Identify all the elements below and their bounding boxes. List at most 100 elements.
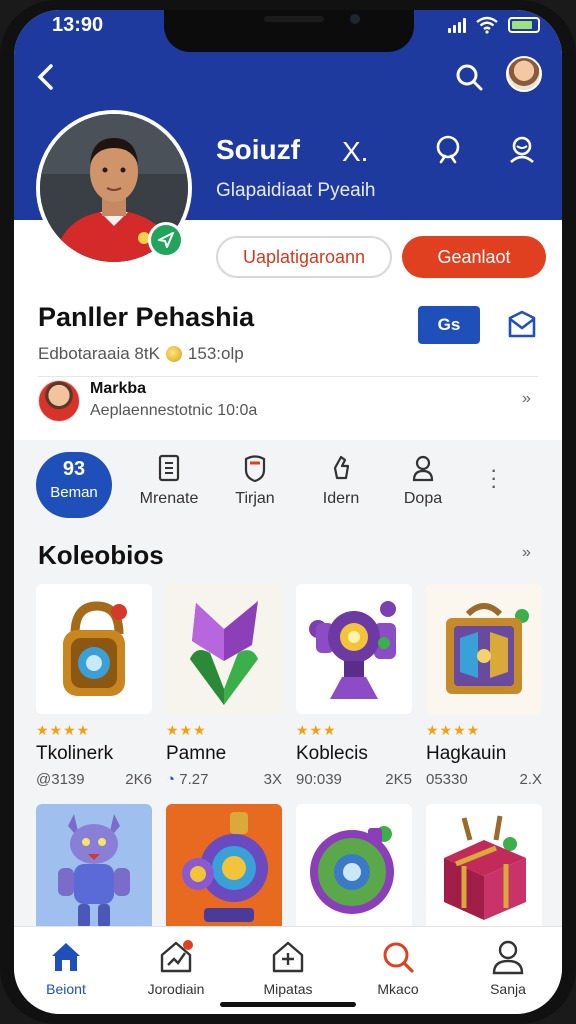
treasure-box-icon <box>446 603 529 694</box>
tab-label: Tirjan <box>235 490 275 507</box>
coin-icon <box>165 346 182 362</box>
home-icon <box>52 943 80 971</box>
nav-item-mipatas[interactable]: Mipatas <box>238 937 338 997</box>
card-meta: ◔ 7.27 3X <box>166 771 282 788</box>
chest-item-icon <box>444 815 526 920</box>
mail-icon[interactable] <box>504 308 540 342</box>
card-image <box>166 584 282 714</box>
person-icon <box>412 455 434 482</box>
tab-icon-text: 93 <box>62 457 86 480</box>
friend-name[interactable]: Markba <box>90 380 146 398</box>
tab-label: Beman <box>50 484 98 501</box>
home-plus-icon <box>272 941 304 973</box>
nav-label: Mkaco <box>377 981 419 997</box>
card-multiplier: 3X <box>263 771 282 788</box>
hand-icon <box>333 455 350 480</box>
user-avatar[interactable] <box>506 56 542 92</box>
card-multiplier: 2K6 <box>125 771 152 788</box>
stats-prefix: Edbotaraaia 8tK <box>38 344 160 363</box>
card-title: Pamne <box>166 743 227 764</box>
wifi-icon <box>476 16 498 34</box>
tab-dopa[interactable]: Dopa <box>378 450 468 520</box>
nav-label: Jorodiain <box>147 981 205 997</box>
home-indicator <box>220 1002 356 1007</box>
verified-badge <box>148 222 184 258</box>
card-image <box>426 584 542 714</box>
tab-beman[interactable]: 93 Beman <box>36 452 112 518</box>
document-icon <box>158 454 180 482</box>
bottom-navigation: Beiont Jorodiain Mipatas Mkaco Sanja <box>14 926 562 1014</box>
search-people-icon[interactable] <box>432 134 464 166</box>
collection-card[interactable]: ★★★ Pamne ◔ 7.27 3X <box>166 584 282 790</box>
primary-action-button[interactable]: Geanlaot <box>402 236 546 278</box>
back-button[interactable] <box>34 62 56 98</box>
search-icon[interactable] <box>454 62 484 92</box>
nav-item-mkaco[interactable]: Mkaco <box>348 937 448 997</box>
battery-icon <box>508 17 540 33</box>
signal-icon <box>448 17 466 33</box>
card-title: Hagkauin <box>426 743 507 764</box>
game-chip-button[interactable]: Gs <box>418 306 480 344</box>
lock-item-icon <box>63 601 127 696</box>
friend-activity: Aeplaennestotnic 10:0a <box>90 402 258 419</box>
card-meta: 90:039 2K5 <box>296 771 412 788</box>
card-count: ◔ 7.27 <box>166 771 209 788</box>
more-options-icon[interactable]: · · · <box>490 459 497 497</box>
chevron-left-icon <box>37 64 53 90</box>
card-image <box>296 584 412 714</box>
section-title: Koleobios <box>38 540 164 570</box>
nav-label: Sanja <box>490 981 526 997</box>
chip-label: Gs <box>437 315 461 334</box>
divider <box>38 376 538 377</box>
tab-tirjan[interactable]: Tirjan <box>210 450 300 520</box>
card-image <box>36 584 152 714</box>
card-multiplier: 2.X <box>519 771 542 788</box>
collection-card[interactable]: ★★★★ Tkolinerk @3139 2K6 <box>36 584 152 790</box>
friend-avatar[interactable] <box>38 380 80 422</box>
notch <box>164 10 414 52</box>
status-icons <box>448 16 540 34</box>
status-time: 13:90 <box>52 14 104 36</box>
rating-stars: ★★★ <box>166 722 207 738</box>
nav-item-jorodiain[interactable]: Jorodiain <box>126 937 226 997</box>
app-screen: 13:90 Soiuzf X. Glapaidiaat Pyeaih Uapla… <box>14 10 562 1014</box>
header-subtitle: Glapaidiaat Pyeaih <box>216 180 376 201</box>
shield-icon <box>244 455 266 482</box>
player-name: Panller Pehashia <box>38 302 255 332</box>
secondary-action-button[interactable]: Uaplatigaroann <box>216 236 392 278</box>
collection-card[interactable] <box>426 804 542 934</box>
collection-card[interactable] <box>36 804 152 934</box>
card-title: Koblecis <box>296 743 368 764</box>
rating-stars: ★★★★ <box>36 722 91 738</box>
collection-card[interactable] <box>166 804 282 934</box>
collection-card[interactable]: ★★★ Koblecis 90:039 2K5 <box>296 584 412 790</box>
arrow-crystal-icon <box>190 601 258 705</box>
collection-card[interactable]: ★★★★ Hagkauin 05330 2.X <box>426 584 542 790</box>
profile-icon <box>492 940 524 975</box>
orb-item-icon <box>310 826 394 914</box>
creature-item-icon <box>58 814 130 928</box>
chevron-right-icon[interactable]: » <box>522 390 531 408</box>
tab-idern[interactable]: Idern <box>296 450 386 520</box>
header-x-label: X. <box>342 136 369 167</box>
friends-icon[interactable] <box>506 134 538 166</box>
header-title: Soiuzf <box>216 134 300 165</box>
chart-house-icon <box>160 940 193 973</box>
tab-mrenate[interactable]: Mrenate <box>124 450 214 520</box>
card-count: 05330 <box>426 771 468 788</box>
collection-card[interactable] <box>296 804 412 934</box>
stats-suffix: 153:olp <box>187 344 244 363</box>
send-icon <box>158 232 174 248</box>
cannon-item-icon <box>182 812 268 922</box>
nav-label: Beiont <box>46 981 86 997</box>
category-tabs: 93 Beman Mrenate Tirjan Idern Dopa <box>14 450 562 530</box>
nav-item-home[interactable]: Beiont <box>16 937 116 997</box>
card-meta: 05330 2.X <box>426 771 542 788</box>
card-multiplier: 2K5 <box>385 771 412 788</box>
tab-label: Idern <box>322 490 360 507</box>
tab-label: Dopa <box>403 490 443 507</box>
nav-item-sanja[interactable]: Sanja <box>458 937 558 997</box>
phone-frame: 13:90 Soiuzf X. Glapaidiaat Pyeaih Uapla… <box>0 0 576 1024</box>
card-count: @3139 <box>36 771 85 788</box>
section-arrow-icon[interactable]: » <box>522 544 531 562</box>
